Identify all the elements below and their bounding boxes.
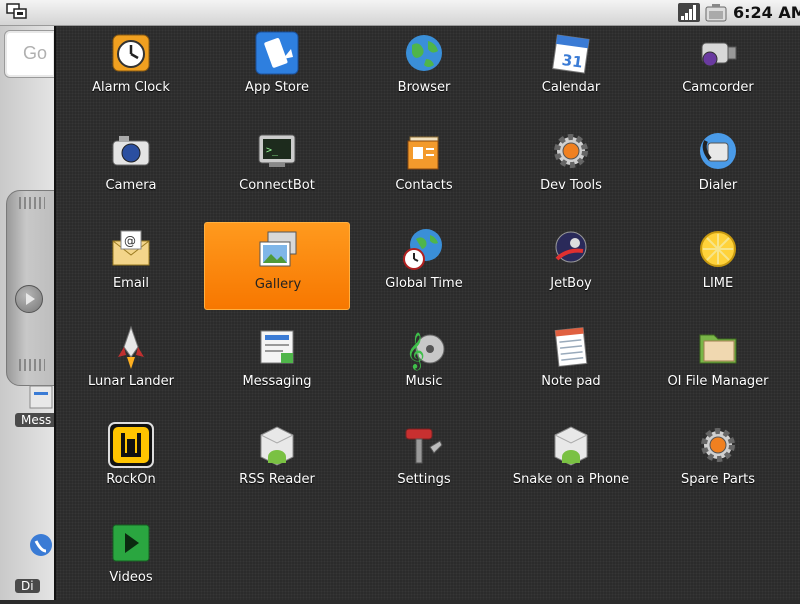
- email-icon: @: [112, 230, 150, 266]
- app-label: Spare Parts: [680, 472, 756, 487]
- app-label: Camera: [105, 178, 157, 193]
- settings-icon: [405, 428, 443, 464]
- app-spare-parts[interactable]: Spare Parts: [645, 418, 791, 506]
- app-label: Email: [112, 276, 150, 291]
- app-gallery[interactable]: Gallery: [204, 222, 350, 310]
- alarm-clock-icon: [112, 34, 150, 72]
- app-global-time[interactable]: Global Time: [351, 222, 497, 310]
- status-bar: 6:24 AM: [0, 0, 800, 26]
- app-label: Videos: [109, 570, 153, 585]
- app-rockon[interactable]: RockOn: [58, 418, 204, 506]
- app-label: Music: [405, 374, 443, 389]
- app-label: Contacts: [395, 178, 453, 193]
- app-alarm-clock[interactable]: Alarm Clock: [58, 26, 204, 114]
- svg-text:𝄞: 𝄞: [406, 331, 425, 370]
- app-rss-reader[interactable]: RSS Reader: [204, 418, 350, 506]
- rocket-icon: [118, 325, 144, 369]
- app-label: Alarm Clock: [92, 80, 170, 95]
- svg-text:>_: >_: [266, 145, 279, 156]
- app-label: Calendar: [541, 80, 601, 95]
- search-widget-text: Go: [23, 43, 48, 63]
- gear-icon: [554, 134, 588, 168]
- rockon-icon: [108, 422, 154, 468]
- app-app-store[interactable]: App Store: [204, 26, 350, 114]
- app-music[interactable]: 𝄞 Music: [351, 320, 497, 408]
- expand-arrow-icon[interactable]: [15, 285, 43, 313]
- app-camcorder[interactable]: Camcorder: [645, 26, 791, 114]
- app-label: Global Time: [385, 276, 463, 291]
- app-label: Note pad: [541, 374, 601, 389]
- app-connectbot[interactable]: >_ ConnectBot: [204, 124, 350, 212]
- app-snake-on-a-phone[interactable]: Snake on a Phone: [498, 418, 644, 506]
- dialer-shortcut-label[interactable]: Di: [15, 579, 40, 593]
- app-oi-file-manager[interactable]: OI File Manager: [645, 320, 791, 408]
- app-label: Snake on a Phone: [512, 472, 630, 487]
- app-label: RockOn: [106, 472, 156, 487]
- gear-icon: [701, 428, 735, 462]
- network-icon: [6, 3, 27, 19]
- app-label: Dialer: [698, 178, 738, 193]
- browser-globe-icon: [406, 35, 442, 71]
- contacts-icon: [407, 136, 439, 170]
- notepad-icon: [554, 327, 588, 367]
- play-icon: [112, 524, 150, 562]
- app-label: Settings: [397, 472, 451, 487]
- app-drawer: Alarm Clock App Store Browser 31 Calenda…: [54, 26, 800, 600]
- app-contacts[interactable]: Contacts: [351, 124, 497, 212]
- app-store-icon: [255, 31, 299, 75]
- app-dev-tools[interactable]: Dev Tools: [498, 124, 644, 212]
- search-widget[interactable]: Go: [4, 30, 56, 78]
- app-label: Dev Tools: [540, 178, 602, 193]
- status-clock: 6:24 AM: [733, 3, 800, 22]
- gallery-icon: [259, 231, 297, 267]
- jetboy-icon: [555, 231, 587, 263]
- drawer-handle[interactable]: [6, 190, 56, 386]
- app-label: RSS Reader: [239, 472, 315, 487]
- messaging-icon: [260, 330, 294, 364]
- messaging-shortcut-icon[interactable]: [28, 384, 54, 410]
- grip-top: [19, 197, 45, 209]
- grip-bottom: [19, 359, 45, 371]
- app-calendar[interactable]: 31 Calendar: [498, 26, 644, 114]
- android-package-icon: [260, 426, 294, 466]
- app-label: JetBoy: [550, 276, 592, 291]
- app-lime[interactable]: LIME: [645, 222, 791, 310]
- lime-icon: [700, 231, 736, 267]
- folder-icon: [699, 334, 737, 364]
- battery-icon: [705, 4, 727, 22]
- app-dialer[interactable]: Dialer: [645, 124, 791, 212]
- app-settings[interactable]: Settings: [351, 418, 497, 506]
- app-browser[interactable]: Browser: [351, 26, 497, 114]
- app-label: ConnectBot: [239, 178, 315, 193]
- app-label: Lunar Lander: [88, 374, 174, 389]
- app-jetboy[interactable]: JetBoy: [498, 222, 644, 310]
- terminal-icon: >_: [258, 134, 296, 167]
- app-label: App Store: [245, 80, 309, 95]
- app-messaging[interactable]: Messaging: [204, 320, 350, 408]
- calendar-icon: 31: [552, 34, 590, 74]
- app-email[interactable]: @ Email: [58, 222, 204, 310]
- app-label: Messaging: [242, 374, 312, 389]
- messaging-shortcut-label[interactable]: Mess: [15, 413, 58, 427]
- camera-icon: [112, 136, 150, 166]
- dialer-shortcut-icon[interactable]: [28, 532, 54, 558]
- app-label: LIME: [702, 276, 734, 291]
- app-videos[interactable]: Videos: [58, 516, 204, 604]
- app-label: Browser: [397, 80, 451, 95]
- phone-icon: [700, 133, 736, 169]
- app-note-pad[interactable]: Note pad: [498, 320, 644, 408]
- app-label: Camcorder: [682, 80, 754, 95]
- music-icon: 𝄞: [406, 331, 445, 370]
- android-package-icon: [554, 426, 588, 466]
- app-label: Gallery: [254, 277, 302, 292]
- svg-text:31: 31: [561, 51, 584, 72]
- app-camera[interactable]: Camera: [58, 124, 204, 212]
- signal-icon: [678, 3, 700, 22]
- app-label: OI File Manager: [667, 374, 769, 389]
- global-time-icon: [403, 229, 442, 270]
- app-lunar-lander[interactable]: Lunar Lander: [58, 320, 204, 408]
- svg-text:@: @: [124, 234, 136, 248]
- camcorder-icon: [701, 42, 737, 67]
